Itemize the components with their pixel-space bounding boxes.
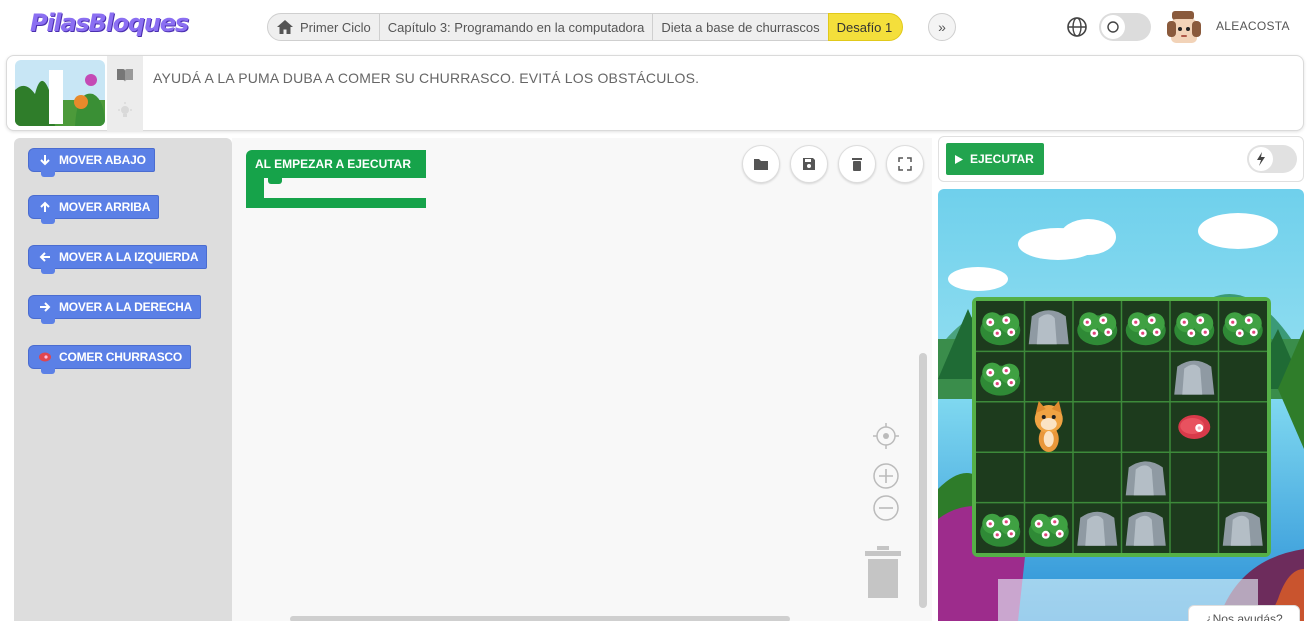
user-avatar[interactable] [1165, 9, 1203, 47]
steak-goal [1178, 415, 1211, 439]
folder-icon [754, 159, 768, 170]
start-program-block[interactable]: AL EMPEZAR A EJECUTAR [246, 150, 426, 208]
blocks-workspace[interactable]: AL EMPEZAR A EJECUTAR [232, 138, 932, 621]
arrow-up-icon [37, 199, 53, 215]
save-button[interactable] [790, 145, 828, 183]
challenge-badge: Desafío 1 [827, 13, 904, 41]
challenge-badge-label: Desafío 1 [836, 19, 893, 35]
workspace-toolbar [742, 145, 924, 183]
challenge-statement: AYUDÁ A LA PUMA DUBA A COMER SU CHURRASC… [153, 70, 700, 86]
block-mover-derecha[interactable]: MOVER A LA DERECHA [28, 295, 202, 324]
turbo-mode-toggle[interactable] [1247, 145, 1297, 173]
recenter-icon[interactable] [872, 422, 900, 450]
scene-background [938, 189, 1304, 621]
block-mover-abajo[interactable]: MOVER ABAJO [28, 148, 155, 177]
bush-obstacle [1222, 312, 1263, 346]
help-us-button[interactable]: ¿Nos ayudás? [1188, 605, 1300, 621]
block-label: MOVER ABAJO [59, 153, 146, 167]
double-chevron-right-icon: » [938, 19, 946, 35]
challenge-scene [938, 189, 1304, 621]
top-bar: PilasBloques Primer Ciclo Capítulo 3: Pr… [0, 0, 1311, 52]
block-mover-arriba[interactable]: MOVER ARRIBA [28, 195, 160, 224]
statement-side-icons [107, 56, 143, 132]
rock-obstacle [1077, 511, 1118, 546]
rock-obstacle [1125, 461, 1166, 496]
zoom-out-icon[interactable] [872, 494, 900, 522]
arrow-right-icon [37, 299, 53, 315]
breadcrumb-label: Primer Ciclo [300, 19, 371, 35]
breadcrumb-label: Capítulo 3: Programando en la computador… [387, 19, 645, 35]
block-toolbox: MOVER ABAJO MOVER ARRIBA MOVER A LA IZQU… [14, 138, 232, 621]
lightning-icon [1249, 147, 1273, 171]
zoom-in-icon[interactable] [872, 462, 900, 490]
home-icon [277, 20, 293, 34]
bush-obstacle [980, 362, 1021, 396]
next-challenge-button[interactable]: » [928, 13, 956, 41]
steak-icon [37, 349, 53, 365]
sun-icon [1101, 15, 1125, 39]
block-comer-churrasco[interactable]: COMER CHURRASCO [28, 345, 192, 374]
challenge-thumbnail [15, 60, 105, 126]
breadcrumb: Primer Ciclo Capítulo 3: Programando en … [267, 13, 904, 41]
lightbulb-icon[interactable] [117, 101, 133, 121]
block-label: COMER CHURRASCO [59, 350, 183, 364]
delete-button[interactable] [838, 145, 876, 183]
open-file-button[interactable] [742, 145, 780, 183]
bush-obstacle [1028, 513, 1069, 547]
trash-can-icon[interactable] [865, 546, 901, 598]
block-label: MOVER A LA IZQUIERDA [59, 250, 199, 264]
breadcrumb-capitulo[interactable]: Capítulo 3: Programando en la computador… [378, 13, 654, 41]
arrow-left-icon [37, 249, 53, 265]
bush-obstacle [1125, 312, 1166, 346]
play-icon [955, 154, 963, 164]
book-icon[interactable] [116, 67, 134, 83]
rock-obstacle [1125, 511, 1166, 546]
save-icon [803, 158, 815, 170]
app-window: PilasBloques Primer Ciclo Capítulo 3: Pr… [0, 0, 1311, 621]
fullscreen-button[interactable] [886, 145, 924, 183]
block-mover-izquierda[interactable]: MOVER A LA IZQUIERDA [28, 245, 208, 274]
delete-icon [852, 158, 862, 171]
language-globe-icon[interactable] [1066, 16, 1088, 38]
rock-obstacle [1174, 360, 1215, 395]
start-block-slot [246, 178, 426, 208]
breadcrumb-primer-ciclo[interactable]: Primer Ciclo [267, 13, 380, 41]
username[interactable]: ALEACOSTA [1216, 19, 1290, 33]
breadcrumb-label: Dieta a base de churrascos [661, 19, 820, 35]
bush-obstacle [980, 312, 1021, 346]
challenge-statement-panel: AYUDÁ A LA PUMA DUBA A COMER SU CHURRASC… [6, 55, 1304, 132]
bush-obstacle [1174, 312, 1215, 346]
breadcrumb-desafio-name[interactable]: Dieta a base de churrascos [652, 13, 829, 41]
rock-obstacle [1222, 511, 1263, 546]
theme-toggle[interactable] [1099, 13, 1151, 41]
bush-obstacle [1077, 312, 1118, 346]
block-label: MOVER ARRIBA [59, 200, 151, 214]
run-button-label: EJECUTAR [970, 152, 1034, 166]
execution-bar: EJECUTAR [938, 136, 1304, 182]
run-button[interactable]: EJECUTAR [946, 143, 1044, 175]
fullscreen-icon [898, 157, 912, 171]
start-block-label: AL EMPEZAR A EJECUTAR [246, 150, 426, 178]
workspace-vertical-scrollbar[interactable] [919, 353, 927, 608]
rock-obstacle [1028, 310, 1069, 345]
help-us-label: ¿Nos ayudás? [1205, 612, 1283, 621]
bush-obstacle [980, 513, 1021, 547]
pilas-bloques-logo[interactable]: PilasBloques [30, 9, 189, 37]
workspace-horizontal-scrollbar[interactable] [290, 616, 790, 621]
arrow-down-icon [37, 152, 53, 168]
block-label: MOVER A LA DERECHA [59, 300, 193, 314]
